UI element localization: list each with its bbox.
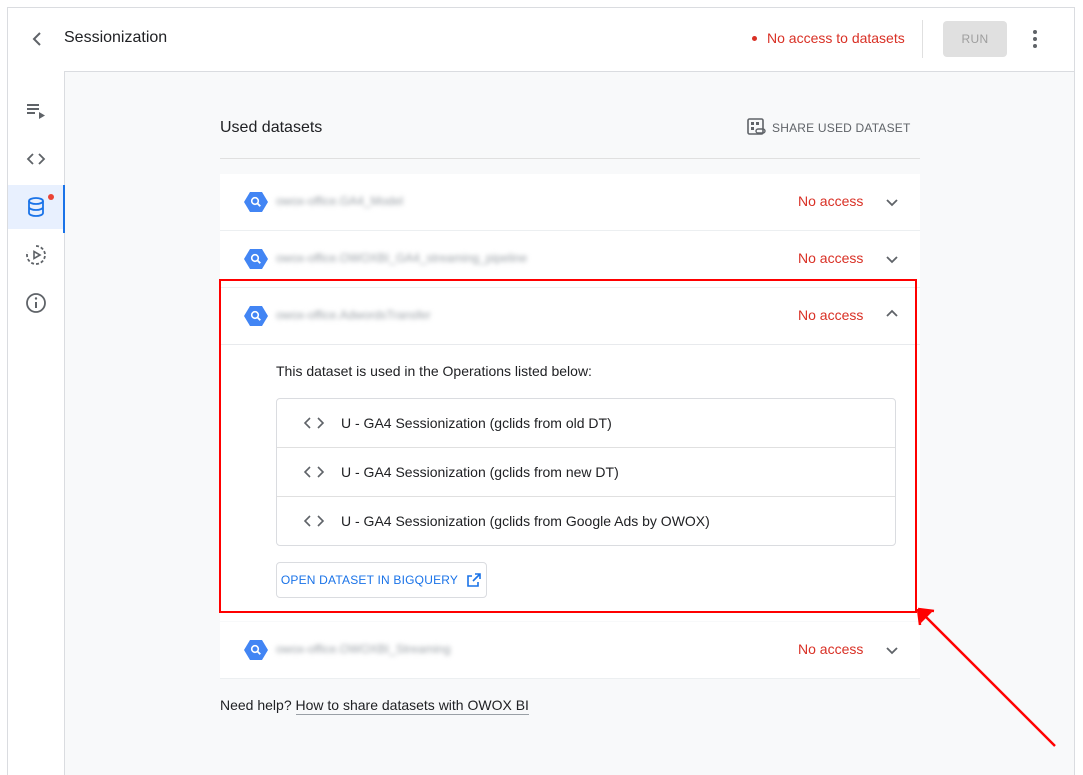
top-bar: Sessionization No access to datasets RUN: [8, 8, 1074, 72]
sidebar: [8, 71, 65, 775]
help-prefix: Need help?: [220, 697, 292, 713]
status-dot-icon: [752, 35, 757, 41]
playlist-icon: [27, 104, 45, 119]
access-status: No access: [798, 641, 864, 657]
divider: [922, 20, 923, 58]
chevron-up-icon[interactable]: [884, 306, 900, 322]
sidebar-item-queue[interactable]: [8, 89, 64, 133]
operation-name: U - GA4 Sessionization (gclids from old …: [341, 415, 612, 431]
open-dataset-label: OPEN DATASET IN BIGQUERY: [280, 573, 459, 587]
share-used-dataset-label: SHARE USED DATASET: [772, 121, 911, 135]
operation-name: U - GA4 Sessionization (gclids from Goog…: [341, 513, 710, 529]
dataset-row-header[interactable]: owox-office.AdwordsTransfer No access: [220, 288, 920, 345]
help-text: Need help? How to share datasets with OW…: [220, 697, 529, 715]
access-status: No access to datasets: [752, 30, 905, 46]
info-icon: [26, 293, 46, 313]
share-used-dataset-button[interactable]: SHARE USED DATASET: [746, 117, 911, 139]
access-status: No access: [798, 307, 864, 323]
back-button[interactable]: [26, 28, 48, 50]
access-status: No access: [798, 193, 864, 209]
share-dataset-icon: [747, 118, 766, 135]
operation-item[interactable]: U - GA4 Sessionization (gclids from Goog…: [277, 497, 895, 545]
chevron-down-icon[interactable]: [884, 194, 900, 210]
app-window: Sessionization No access to datasets RUN: [7, 7, 1075, 775]
database-icon: [28, 197, 44, 217]
notification-badge: [48, 194, 54, 200]
bigquery-icon: [244, 249, 268, 269]
access-status: No access: [798, 250, 864, 266]
section-title: Used datasets: [220, 119, 323, 136]
open-dataset-in-bigquery-button[interactable]: OPEN DATASET IN BIGQUERY: [276, 562, 487, 598]
dataset-row-expanded: owox-office.AdwordsTransfer No access Th…: [220, 288, 920, 621]
bigquery-icon: [244, 640, 268, 660]
operations-list: U - GA4 Sessionization (gclids from old …: [276, 398, 896, 546]
dataset-row[interactable]: owox-office.OWOXBI_GA4_streaming_pipelin…: [220, 231, 920, 288]
access-status-text: No access to datasets: [767, 30, 905, 46]
dataset-name: owox-office.OWOXBI_GA4_streaming_pipelin…: [276, 251, 528, 265]
code-icon: [26, 153, 46, 165]
more-vert-icon: [1033, 30, 1037, 48]
sidebar-item-schedule[interactable]: [8, 233, 64, 277]
dataset-name: owox-office.OWOXBI_Streaming: [276, 642, 451, 656]
code-icon: [303, 466, 325, 478]
operations-intro: This dataset is used in the Operations l…: [276, 363, 592, 379]
dataset-name: owox-office.AdwordsTransfer: [276, 308, 431, 322]
bigquery-icon: [244, 306, 268, 326]
page-title: Sessionization: [64, 29, 168, 46]
dataset-row[interactable]: owox-office.GA4_Model No access: [220, 174, 920, 231]
chevron-left-icon: [32, 32, 41, 46]
sidebar-item-code[interactable]: [8, 137, 64, 181]
operation-name: U - GA4 Sessionization (gclids from new …: [341, 464, 619, 480]
sidebar-item-info[interactable]: [8, 281, 64, 325]
chevron-down-icon[interactable]: [884, 251, 900, 267]
operation-item[interactable]: U - GA4 Sessionization (gclids from old …: [277, 399, 895, 448]
run-button[interactable]: RUN: [943, 21, 1007, 57]
schedule-play-icon: [26, 245, 46, 265]
help-link[interactable]: How to share datasets with OWOX BI: [295, 697, 529, 715]
bigquery-icon: [244, 192, 268, 212]
code-icon: [303, 417, 325, 429]
chevron-down-icon[interactable]: [884, 642, 900, 658]
sidebar-item-datasets[interactable]: [8, 185, 65, 233]
code-icon: [303, 515, 325, 527]
open-in-new-icon: [467, 573, 481, 587]
dataset-name: owox-office.GA4_Model: [276, 194, 404, 208]
operation-item[interactable]: U - GA4 Sessionization (gclids from new …: [277, 448, 895, 497]
more-button[interactable]: [1025, 28, 1045, 50]
dataset-row[interactable]: owox-office.OWOXBI_Streaming No access: [220, 622, 920, 679]
divider: [220, 158, 920, 159]
